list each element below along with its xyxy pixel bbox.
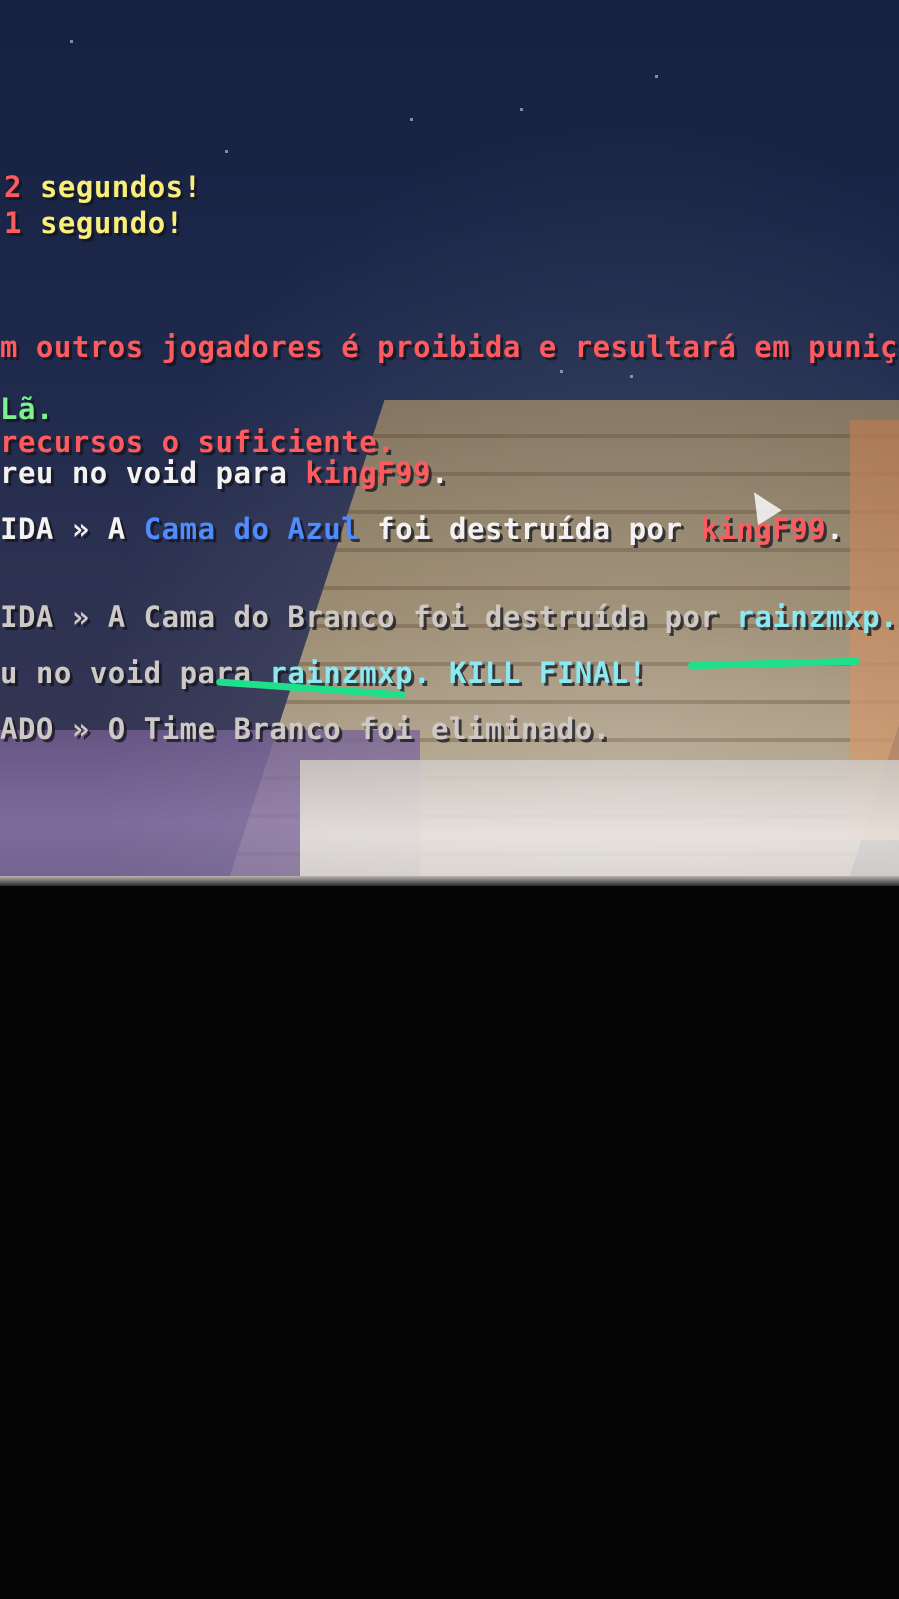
- game-screen: 2 segundos! 1 segundo! m outros jogadore…: [0, 0, 899, 885]
- chat-countdown-2: 2 segundos!: [4, 170, 202, 204]
- countdown-text: segundo!: [39, 206, 184, 240]
- player-name: kingF99: [305, 456, 432, 490]
- chat-prefix: ADO »: [0, 712, 108, 746]
- dust-speck: [520, 108, 523, 111]
- chat-bed-azul: IDA » A Cama do Azul foi destruída por k…: [0, 512, 844, 546]
- chat-text: reu no void para: [0, 456, 306, 490]
- chat-bed-branco: IDA » A Cama do Branco foi destruída por…: [0, 600, 898, 634]
- chat-text: A Cama do Branco foi destruída por: [107, 600, 737, 634]
- chat-void-kill-1: reu no void para kingF99.: [0, 456, 449, 490]
- team-name: Cama do Azul: [143, 512, 360, 546]
- chat-text: A: [107, 512, 144, 546]
- chat-text: .: [431, 456, 449, 490]
- photo-of-monitor: 2 segundos! 1 segundo! m outros jogadore…: [0, 0, 899, 1599]
- dust-speck: [630, 375, 633, 378]
- chat-team-eliminated: ADO » O Time Branco foi eliminado.: [0, 712, 611, 746]
- countdown-number: 1: [4, 206, 22, 240]
- chat-prefix: IDA »: [0, 600, 108, 634]
- player-name: rainzmxp: [736, 600, 881, 634]
- chat-warning: m outros jogadores é proibida e resultar…: [0, 330, 899, 364]
- chat-text: foi destruída por: [359, 512, 701, 546]
- chat-countdown-1: 1 segundo!: [4, 206, 184, 240]
- countdown-text: segundos!: [39, 170, 202, 204]
- chat-recursos: recursos o suficiente.: [0, 425, 396, 459]
- dust-speck: [225, 150, 228, 153]
- final-kill-text: . KILL FINAL!: [413, 656, 647, 690]
- dust-speck: [410, 118, 413, 121]
- chat-la: Lã.: [0, 392, 54, 426]
- countdown-number: 2: [4, 170, 22, 204]
- chat-text: .: [826, 512, 845, 546]
- dust-speck: [560, 370, 563, 373]
- dust-speck: [655, 75, 658, 78]
- chat-text: .: [880, 600, 899, 634]
- monitor-bezel: [0, 876, 899, 886]
- chat-prefix: IDA »: [0, 512, 108, 546]
- chat-text: O Time Branco foi eliminado.: [107, 712, 611, 746]
- dust-speck: [70, 40, 73, 43]
